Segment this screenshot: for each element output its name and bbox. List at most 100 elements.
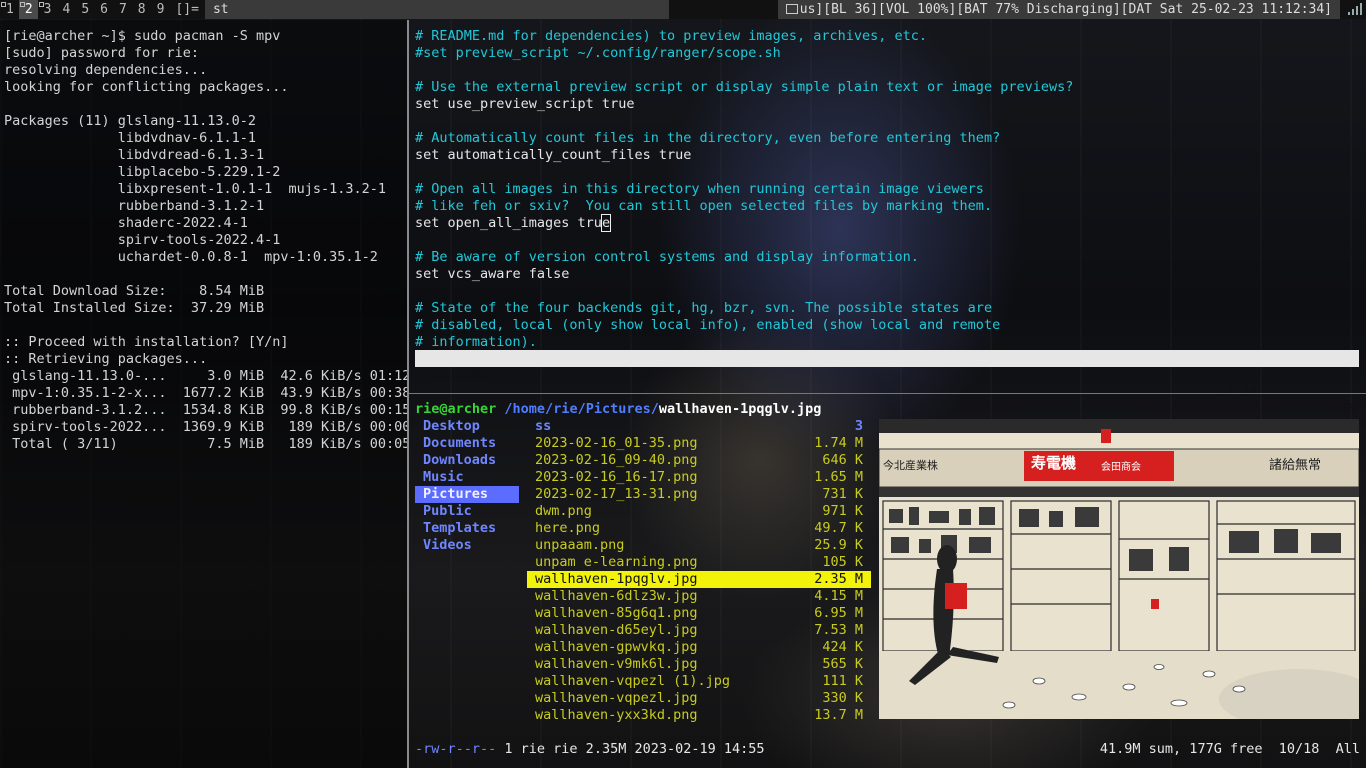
file-size: 6.95 M (814, 605, 863, 621)
preview-sign-left: 今北産業株 (883, 459, 938, 472)
layout-indicator[interactable]: []= (169, 1, 204, 18)
editor-content: # README.md for dependencies) to preview… (409, 20, 1366, 351)
ranger-path: /home/rie/Pictures/ (504, 401, 659, 417)
terminal-pane[interactable]: [rie@archer ~]$ sudo pacman -S mpv [sudo]… (0, 20, 407, 768)
file-row[interactable]: unpam e-learning.png 105 K (527, 554, 871, 571)
editor-pane[interactable]: # README.md for dependencies) to preview… (409, 20, 1366, 393)
file-size: 565 K (822, 656, 863, 672)
terminal-line: Packages (11) glslang-11.13.0-2 (4, 113, 256, 129)
dir-templates[interactable]: Templates (415, 520, 519, 537)
file-row[interactable]: here.png 49.7 K (527, 520, 871, 537)
file-row[interactable]: wallhaven-1pqglv.jpg 2.35 M (527, 571, 871, 588)
editor-line: # information). (409, 334, 1366, 351)
terminal-line: spirv-tools-2022.4-1 (4, 232, 281, 248)
dir-downloads[interactable]: Downloads (415, 452, 519, 469)
editor-line: # like feh or sxiv? You can still open s… (409, 198, 1366, 215)
signal-icon (1340, 0, 1366, 19)
file-row[interactable]: 2023-02-16_01-35.png 1.74 M (527, 435, 871, 452)
terminal-line: shaderc-2022.4-1 (4, 215, 248, 231)
file-name: wallhaven-1pqglv.jpg (535, 571, 698, 587)
file-size: 13.7 M (814, 707, 863, 723)
dir-music[interactable]: Music (415, 469, 519, 486)
dir-pictures[interactable]: Pictures (415, 486, 519, 503)
dir-documents[interactable]: Documents (415, 435, 519, 452)
terminal-line: Total ( 3/11) 7.5 MiB 189 KiB/s 00:05 (4, 436, 407, 452)
terminal-output: [rie@archer ~]$ sudo pacman -S mpv [sudo]… (0, 20, 407, 453)
tag-2[interactable]: 2 (18, 0, 38, 19)
file-size: 2.35 M (814, 571, 863, 587)
ranger-user-host: rie@archer (415, 401, 497, 417)
editor-line-text: #set preview_script ~/.config/ranger/sco… (415, 45, 781, 61)
file-name: wallhaven-85g6q1.png (535, 605, 698, 621)
tag-9[interactable]: 9 (151, 0, 170, 19)
file-name: 2023-02-16_01-35.png (535, 435, 698, 451)
dir-public[interactable]: Public (415, 503, 519, 520)
file-row[interactable]: wallhaven-vqpezl (1).jpg 111 K (527, 673, 871, 690)
file-size: 4.15 M (814, 588, 863, 604)
tag-4[interactable]: 4 (56, 0, 75, 19)
tag-7[interactable]: 7 (113, 0, 132, 19)
file-size: 330 K (822, 690, 863, 706)
file-size: 1.65 M (814, 469, 863, 485)
file-row[interactable]: wallhaven-d65eyl.jpg 7.53 M (527, 622, 871, 639)
tag-3[interactable]: 3 (38, 0, 57, 19)
file-name: wallhaven-gpwvkq.jpg (535, 639, 698, 655)
window-title: st (204, 0, 669, 19)
file-row[interactable]: wallhaven-v9mk6l.jpg 565 K (527, 656, 871, 673)
editor-line: set use_preview_script true (409, 96, 1366, 113)
terminal-line: glslang-11.13.0-... 3.0 MiB 42.6 KiB/s 0… (4, 368, 407, 384)
editor-line-text: # Be aware of version control systems an… (415, 249, 919, 265)
preview-sign-red-sub: 会田商会 (1101, 462, 1141, 473)
ranger-parent-column: Desktop Documents Downloads Music Pictures Pu… (415, 418, 519, 554)
dir-desktop[interactable]: Desktop (415, 418, 519, 435)
terminal-line: :: Retrieving packages... (4, 351, 208, 367)
file-name: unpam e-learning.png (535, 554, 698, 570)
ranger-header: rie@archer /home/rie/Pictures/wallhaven-… (415, 401, 821, 418)
file-row[interactable]: dwm.png 971 K (527, 503, 871, 520)
tag-5[interactable]: 5 (75, 0, 94, 19)
terminal-line: Total Installed Size: 37.29 MiB (4, 300, 265, 316)
editor-line-text: # README.md for dependencies) to preview… (415, 28, 928, 44)
editor-filename: rc.conf (431, 367, 489, 383)
file-size: 25.9 K (814, 537, 863, 553)
file-size: 731 K (822, 486, 863, 502)
dir-videos[interactable]: Videos (415, 537, 519, 554)
terminal-line: libxpresent-1.0.1-1 mujs-1.3.2-1 (4, 181, 387, 197)
file-row[interactable]: 2023-02-17_13-31.png 731 K (527, 486, 871, 503)
file-name: dwm.png (535, 503, 592, 519)
ranger-file-column: ss 3 2023-02-16_01-35.png 1.74 M 2023-02-16_… (527, 418, 871, 724)
status-text: us][BL 36][VOL 100%][BAT 77% Discharging… (777, 0, 1340, 19)
editor-line-text: set open_all_images tru (415, 215, 602, 231)
file-row[interactable]: wallhaven-85g6q1.png 6.95 M (527, 605, 871, 622)
file-row[interactable]: ss 3 (527, 418, 871, 435)
tag-6[interactable]: 6 (94, 0, 113, 19)
editor-line: # Use the external preview script or dis… (409, 79, 1366, 96)
tag-1[interactable]: 1 (0, 0, 19, 19)
editor-statusline: rc.conf 57,24 6% (415, 350, 1359, 417)
terminal-line: libdvdread-6.1.3-1 (4, 147, 265, 163)
editor-line: # Open all images in this directory when… (409, 181, 1366, 198)
file-row[interactable]: 2023-02-16_09-40.png 646 K (527, 452, 871, 469)
file-row[interactable]: wallhaven-gpwvkq.jpg 424 K (527, 639, 871, 656)
keyboard-icon (785, 4, 798, 14)
file-row[interactable]: wallhaven-vqpezl.jpg 330 K (527, 690, 871, 707)
file-row[interactable]: wallhaven-6dlz3w.jpg 4.15 M (527, 588, 871, 605)
file-size: 3 (854, 418, 863, 434)
file-name: 2023-02-16_16-17.png (535, 469, 698, 485)
file-row[interactable]: 2023-02-16_16-17.png 1.65 M (527, 469, 871, 486)
editor-line: # README.md for dependencies) to preview… (409, 28, 1366, 45)
file-permissions: -rw-r--r-- (415, 741, 497, 757)
preview-sign-right: 諸給無常 (1269, 458, 1322, 473)
terminal-line: Total Download Size: 8.54 MiB (4, 283, 265, 299)
terminal-line: uchardet-0.0.8-1 mpv-1:0.35.1-2 (4, 249, 378, 265)
tag-8[interactable]: 8 (132, 0, 151, 19)
file-row[interactable]: unpaaam.png 25.9 K (527, 537, 871, 554)
file-row[interactable]: wallhaven-yxx3kd.png 13.7 M (527, 707, 871, 724)
editor-line-text: # Use the external preview script or dis… (415, 79, 1074, 95)
preview-sign-red: 寿電機 (1031, 454, 1077, 472)
file-name: wallhaven-d65eyl.jpg (535, 622, 698, 638)
